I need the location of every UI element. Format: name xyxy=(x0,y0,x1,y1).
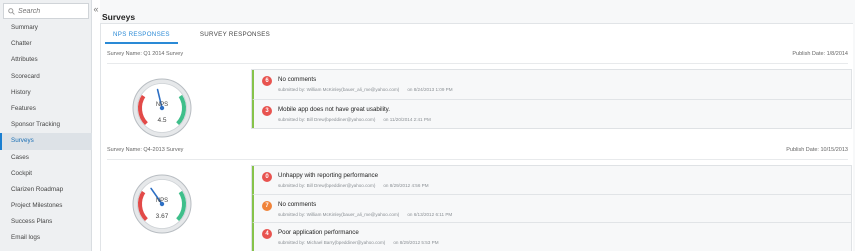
publish-date: Publish Date: 1/8/2014 xyxy=(792,51,848,57)
sidebar-item-scorecard[interactable]: Scorecard xyxy=(0,69,92,85)
comment-item: 0 Unhappy with reporting performance sub… xyxy=(252,166,851,194)
comment-date: on 6/13/2012 6:11 PM xyxy=(407,212,453,217)
sidebar-item-summary[interactable]: Summary xyxy=(0,20,92,36)
comment-list: 6 No comments submitted by: William McKi… xyxy=(251,69,852,129)
comment-text: Poor application performance xyxy=(278,229,359,236)
comment-text: No comments xyxy=(278,201,317,208)
gauge-value: 3.67 xyxy=(156,213,169,220)
sidebar-item-clarizen-roadmap[interactable]: Clarizen Roadmap xyxy=(0,182,92,198)
submitted-by: submitted by: Bill Drew(bpeddiner@yahoo.… xyxy=(278,183,376,188)
search-box[interactable] xyxy=(3,3,89,19)
comment-date: on 8/24/2013 1:09 PM xyxy=(407,87,453,92)
comment-item: 6 No comments submitted by: William McKi… xyxy=(252,70,851,99)
comment-text: Unhappy with reporting performance xyxy=(278,172,379,179)
comment-text: Mobile app does not have great usability… xyxy=(278,106,391,113)
sidebar-item-project-milestones[interactable]: Project Milestones xyxy=(0,198,92,214)
comment-meta: submitted by: William McKinley(bauer_ali… xyxy=(278,87,453,92)
sidebar-item-email-logs[interactable]: Email logs xyxy=(0,230,92,246)
comment-date: on 11/20/2014 2:41 PM xyxy=(383,117,431,122)
comment-meta: submitted by: Bill Drew(bpeddiner@yahoo.… xyxy=(278,183,429,188)
comment-date: on 8/29/2012 4:56 PM xyxy=(383,183,429,188)
comment-meta: submitted by: Bill Drew(bpeddiner@yahoo.… xyxy=(278,117,431,122)
comment-meta: submitted by: Michael Barry(bpeddiner@ya… xyxy=(278,240,439,245)
survey-header: Survey Name: Q1 2014 Survey Publish Date… xyxy=(107,51,848,61)
gauge-label: NPS xyxy=(156,102,168,108)
sidebar-item-cockpit[interactable]: Cockpit xyxy=(0,166,92,182)
sidebar-item-cases[interactable]: Cases xyxy=(0,150,92,166)
publish-date: Publish Date: 10/15/2013 xyxy=(786,147,848,153)
main-panel: Surveys NPS RESPONSES SURVEY RESPONSES S… xyxy=(100,0,855,251)
sidebar-item-history[interactable]: History xyxy=(0,85,92,101)
sidebar-item-chatter[interactable]: Chatter xyxy=(0,36,92,52)
nps-gauge: NPS 3.67 xyxy=(132,174,192,234)
sidebar-item-attributes[interactable]: Attributes xyxy=(0,52,92,68)
sidebar-item-features[interactable]: Features xyxy=(0,101,92,117)
comment-meta: submitted by: William McKinley(bauer_ali… xyxy=(278,212,452,217)
tab-nps-responses[interactable]: NPS RESPONSES xyxy=(105,30,178,44)
comment-item: 3 Mobile app does not have great usabili… xyxy=(252,99,851,128)
submitted-by: submitted by: William McKinley(bauer_ali… xyxy=(278,212,400,217)
search-input[interactable] xyxy=(18,7,86,15)
survey-name: Survey Name: Q1 2014 Survey xyxy=(107,51,184,57)
nps-gauge: NPS 4.5 xyxy=(132,78,192,138)
comment-list: 0 Unhappy with reporting performance sub… xyxy=(251,165,852,251)
surveys-card: NPS RESPONSES SURVEY RESPONSES Survey Na… xyxy=(100,23,853,251)
score-badge: 7 xyxy=(262,201,272,211)
score-badge: 3 xyxy=(262,106,272,116)
score-badge: 6 xyxy=(262,76,272,86)
sidebar-item-sponsor-tracking[interactable]: Sponsor Tracking xyxy=(0,117,92,133)
page-title: Surveys xyxy=(102,12,136,22)
collapse-sidebar-icon[interactable]: « xyxy=(92,5,100,14)
comment-item: 4 Poor application performance submitted… xyxy=(252,222,851,251)
tab-bar: NPS RESPONSES SURVEY RESPONSES xyxy=(105,30,278,44)
submitted-by: submitted by: Bill Drew(bpeddiner@yahoo.… xyxy=(278,117,376,122)
submitted-by: submitted by: William McKinley(bauer_ali… xyxy=(278,87,400,92)
comment-text: No comments xyxy=(278,76,317,83)
sidebar-item-surveys[interactable]: Surveys xyxy=(0,133,92,150)
sidebar: Summary Chatter Attributes Scorecard His… xyxy=(0,0,92,251)
gauge-label: NPS xyxy=(156,198,168,204)
survey-header: Survey Name: Q4-2013 Survey Publish Date… xyxy=(107,147,848,157)
submitted-by: submitted by: Michael Barry(bpeddiner@ya… xyxy=(278,240,386,245)
survey-name: Survey Name: Q4-2013 Survey xyxy=(107,147,184,153)
search-icon xyxy=(8,7,15,15)
score-badge: 4 xyxy=(262,229,272,239)
tab-survey-responses[interactable]: SURVEY RESPONSES xyxy=(192,30,278,44)
gauge-value: 4.5 xyxy=(157,117,166,124)
sidebar-nav: Summary Chatter Attributes Scorecard His… xyxy=(0,20,92,247)
comment-date: on 8/29/2012 5:53 PM xyxy=(393,240,439,245)
comment-item: 7 No comments submitted by: William McKi… xyxy=(252,194,851,222)
score-badge: 0 xyxy=(262,172,272,182)
sidebar-item-success-plans[interactable]: Success Plans xyxy=(0,214,92,230)
